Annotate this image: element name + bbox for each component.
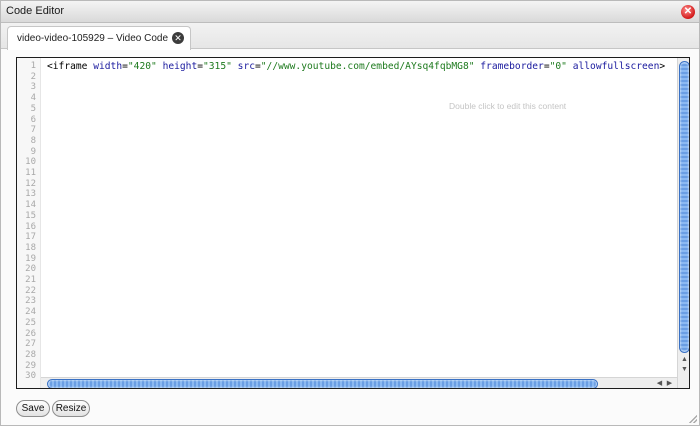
code-token-val-frameborder: "0": [549, 61, 567, 72]
line-number: 30: [25, 371, 36, 382]
line-number-gutter: 1 2 3 4 5 6 7 8 9 10 11 12 13 14 15 16 17 18 19 20 21 22 23 24 2…: [17, 58, 41, 388]
line-number: 16: [25, 221, 36, 232]
code-token-tag-open: <iframe: [47, 61, 94, 72]
window-titlebar[interactable]: Code Editor ✕: [1, 1, 699, 23]
line-number: 25: [25, 317, 36, 328]
vertical-scrollbar[interactable]: ▲ ▼: [677, 58, 689, 388]
code-token-attr-height: height: [162, 61, 198, 72]
code-token-attr-allowfullscreen: allowfullscreen: [572, 61, 660, 72]
scroll-up-icon[interactable]: ▲: [680, 355, 689, 364]
save-button[interactable]: Save: [16, 400, 50, 417]
line-number: 27: [25, 339, 36, 350]
resize-button[interactable]: Resize: [52, 400, 90, 417]
window-title: Code Editor: [6, 5, 65, 17]
edit-hint-text: Double click to edit this content: [449, 101, 567, 111]
line-number: 3: [30, 82, 36, 93]
code-token-tag-close: >: [659, 61, 666, 72]
line-number: 14: [25, 200, 36, 211]
line-number: 13: [25, 189, 36, 200]
tab-close-icon[interactable]: ✕: [172, 32, 184, 44]
line-number: 20: [25, 264, 36, 275]
line-number: 17: [25, 232, 36, 243]
line-number: 28: [25, 349, 36, 360]
line-number: 12: [25, 178, 36, 189]
line-number: 11: [25, 168, 36, 178]
resize-grip-icon[interactable]: [689, 415, 697, 423]
line-number: 23: [25, 296, 36, 307]
code-token-attr-width: width: [93, 61, 123, 72]
scroll-down-icon[interactable]: ▼: [680, 365, 689, 374]
line-number: 26: [25, 328, 36, 339]
scroll-right-icon[interactable]: ▶: [665, 379, 674, 388]
line-number: 1: [30, 61, 36, 71]
line-number: 6: [30, 114, 36, 125]
line-number: 4: [30, 93, 36, 104]
line-number: 10: [25, 157, 36, 168]
line-number: 22: [25, 285, 36, 296]
line-number: 8: [30, 135, 36, 146]
line-number: 5: [30, 103, 36, 114]
line-number: 9: [30, 146, 36, 157]
line-number: 19: [25, 253, 36, 264]
line-number: 18: [25, 242, 36, 253]
code-token-attr-src: src: [237, 61, 255, 72]
tab-strip: video-video-105929 – Video Code ✕: [1, 23, 699, 50]
line-number: 15: [25, 210, 36, 221]
scroll-left-icon[interactable]: ◀: [655, 379, 664, 388]
line-number: 29: [25, 360, 36, 371]
code-token-val-width: "420": [127, 61, 157, 72]
window-close-icon[interactable]: ✕: [681, 5, 695, 19]
code-line-1[interactable]: <iframe width="420" height="315" src="//…: [47, 60, 665, 74]
line-number: 2: [30, 71, 36, 82]
code-token-val-src: "//www.youtube.com/embed/AYsq4fqbMG8": [260, 61, 475, 72]
code-token-val-height: "315": [203, 61, 232, 72]
code-editor-window: Code Editor ✕ video-video-105929 – Video…: [0, 0, 700, 426]
horizontal-scrollbar[interactable]: ◀ ▶: [41, 377, 677, 388]
tab-video-code[interactable]: video-video-105929 – Video Code ✕: [7, 26, 191, 50]
code-token-attr-frameborder: frameborder: [480, 61, 544, 72]
horizontal-scroll-thumb[interactable]: [47, 379, 598, 388]
vertical-scroll-thumb[interactable]: [679, 61, 689, 353]
line-number: 7: [30, 125, 36, 136]
tab-label: video-video-105929 – Video Code: [17, 33, 169, 44]
line-number: 24: [25, 307, 36, 318]
code-editor-area[interactable]: 1 2 3 4 5 6 7 8 9 10 11 12 13 14 15 16 17 18 19 20 21 22 23 24 2…: [16, 57, 690, 389]
line-number: 21: [25, 275, 36, 285]
